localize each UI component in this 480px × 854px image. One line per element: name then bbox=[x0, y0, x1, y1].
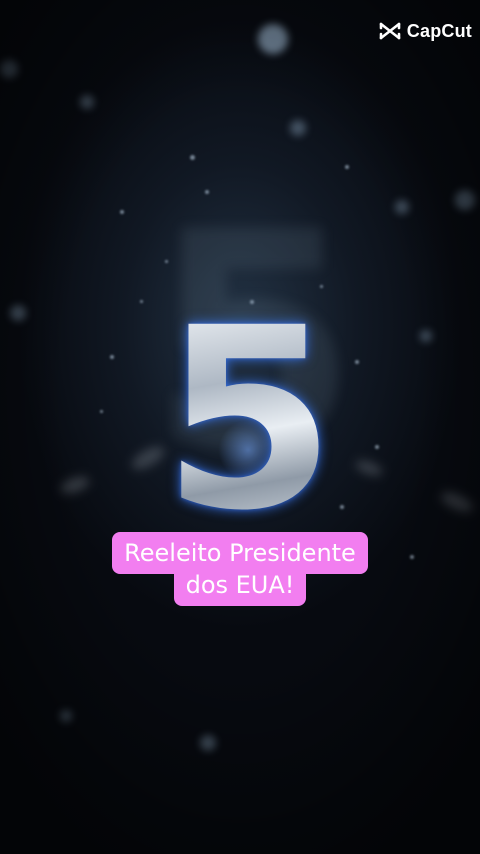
caption-line-2: dos EUA! bbox=[173, 568, 307, 606]
capcut-logo-icon bbox=[379, 22, 401, 40]
caption: Reeleito Presidente dos EUA! bbox=[0, 532, 480, 606]
vignette bbox=[0, 0, 480, 854]
watermark-label: CapCut bbox=[406, 20, 472, 41]
video-frame[interactable]: 5 5 CapCut Reeleito Presidente dos EUA! bbox=[0, 0, 480, 854]
capcut-watermark: CapCut bbox=[378, 20, 472, 42]
